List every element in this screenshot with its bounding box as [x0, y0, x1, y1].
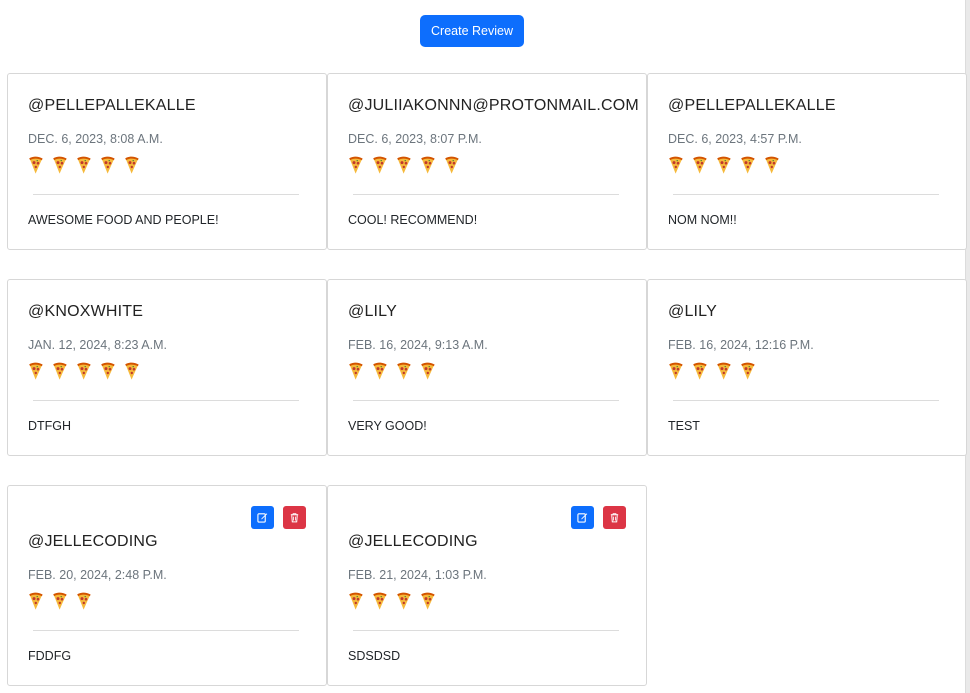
pizza-slice-icon — [371, 591, 389, 613]
review-rating — [347, 361, 437, 383]
pizza-slice-icon — [27, 155, 45, 177]
pizza-slice-icon — [51, 361, 69, 383]
pizza-slice-icon — [347, 361, 365, 383]
review-username: @KNOXWHITE — [28, 303, 144, 320]
review-card: @JELLECODING FEB. 21, 2024, 1:03 P.M. SDSD… — [327, 485, 647, 686]
pizza-slice-icon — [395, 591, 413, 613]
divider — [353, 194, 619, 195]
pizza-slice-icon — [763, 155, 781, 177]
review-rating — [347, 155, 461, 177]
review-comment: VERY GOOD! — [348, 419, 427, 433]
review-date: FEB. 16, 2024, 12:16 P.M. — [668, 338, 814, 352]
divider — [33, 630, 299, 631]
divider — [353, 630, 619, 631]
review-username: @PELLEPALLEKALLE — [668, 97, 836, 114]
pizza-slice-icon — [371, 361, 389, 383]
review-comment: AWESOME FOOD AND PEOPLE! — [28, 213, 219, 227]
review-username: @PELLEPALLEKALLE — [28, 97, 196, 114]
delete-review-button[interactable] — [603, 506, 626, 529]
pizza-slice-icon — [739, 361, 757, 383]
divider — [353, 400, 619, 401]
review-comment: NOM NOM!! — [668, 213, 737, 227]
review-card: @JULIIAKONNN@PROTONMAIL.COM DEC. 6, 2023,… — [327, 73, 647, 250]
review-card: @PELLEPALLEKALLE DEC. 6, 2023, 8:08 A.M. A… — [7, 73, 327, 250]
review-date: JAN. 12, 2024, 8:23 A.M. — [28, 338, 167, 352]
pizza-slice-icon — [419, 591, 437, 613]
divider — [33, 400, 299, 401]
pizza-slice-icon — [667, 361, 685, 383]
pizza-slice-icon — [27, 591, 45, 613]
pizza-slice-icon — [347, 591, 365, 613]
review-date: DEC. 6, 2023, 8:08 A.M. — [28, 132, 163, 146]
review-card: @KNOXWHITE JAN. 12, 2024, 8:23 A.M. DTFGH — [7, 279, 327, 456]
review-rating — [667, 361, 757, 383]
pizza-slice-icon — [371, 155, 389, 177]
review-date: DEC. 6, 2023, 4:57 P.M. — [668, 132, 802, 146]
pizza-slice-icon — [715, 155, 733, 177]
review-username: @LILY — [348, 303, 397, 320]
review-date: DEC. 6, 2023, 8:07 P.M. — [348, 132, 482, 146]
divider — [673, 400, 939, 401]
review-card: @LILY FEB. 16, 2024, 9:13 A.M. VERY GOOD! — [327, 279, 647, 456]
review-comment: COOL! RECOMMEND! — [348, 213, 478, 227]
review-rating — [27, 155, 141, 177]
review-rating — [27, 591, 93, 613]
pizza-slice-icon — [395, 155, 413, 177]
review-rating — [27, 361, 141, 383]
pizza-slice-icon — [443, 155, 461, 177]
edit-icon — [257, 512, 268, 523]
review-card: @LILY FEB. 16, 2024, 12:16 P.M. TEST — [647, 279, 967, 456]
pizza-slice-icon — [395, 361, 413, 383]
pizza-slice-icon — [691, 155, 709, 177]
pizza-slice-icon — [123, 361, 141, 383]
review-rating — [347, 591, 437, 613]
review-username: @JELLECODING — [28, 533, 158, 550]
review-comment: FDDFG — [28, 649, 72, 663]
pizza-slice-icon — [75, 591, 93, 613]
review-date: FEB. 21, 2024, 1:03 P.M. — [348, 568, 487, 582]
review-comment: DTFGH — [28, 419, 72, 433]
trash-icon — [609, 512, 620, 523]
review-comment: TEST — [668, 419, 700, 433]
pizza-slice-icon — [99, 155, 117, 177]
divider — [673, 194, 939, 195]
divider — [33, 194, 299, 195]
pizza-slice-icon — [75, 155, 93, 177]
delete-review-button[interactable] — [283, 506, 306, 529]
pizza-slice-icon — [667, 155, 685, 177]
pizza-slice-icon — [691, 361, 709, 383]
edit-review-button[interactable] — [251, 506, 274, 529]
review-card: @JELLECODING FEB. 20, 2024, 2:48 P.M. FDDF… — [7, 485, 327, 686]
edit-review-button[interactable] — [571, 506, 594, 529]
create-review-button[interactable]: Create Review — [420, 15, 524, 47]
review-username: @JELLECODING — [348, 533, 478, 550]
review-date: FEB. 20, 2024, 2:48 P.M. — [28, 568, 167, 582]
review-date: FEB. 16, 2024, 9:13 A.M. — [348, 338, 488, 352]
pizza-slice-icon — [715, 361, 733, 383]
review-username: @JULIIAKONNN@PROTONMAIL.COM — [348, 97, 639, 114]
pizza-slice-icon — [51, 591, 69, 613]
pizza-slice-icon — [123, 155, 141, 177]
pizza-slice-icon — [27, 361, 45, 383]
pizza-slice-icon — [419, 155, 437, 177]
pizza-slice-icon — [347, 155, 365, 177]
edit-icon — [577, 512, 588, 523]
pizza-slice-icon — [419, 361, 437, 383]
pizza-slice-icon — [51, 155, 69, 177]
review-rating — [667, 155, 781, 177]
review-username: @LILY — [668, 303, 717, 320]
pizza-slice-icon — [99, 361, 117, 383]
trash-icon — [289, 512, 300, 523]
review-card: @PELLEPALLEKALLE DEC. 6, 2023, 4:57 P.M. N… — [647, 73, 967, 250]
review-comment: SDSDSD — [348, 649, 401, 663]
pizza-slice-icon — [739, 155, 757, 177]
pizza-slice-icon — [75, 361, 93, 383]
